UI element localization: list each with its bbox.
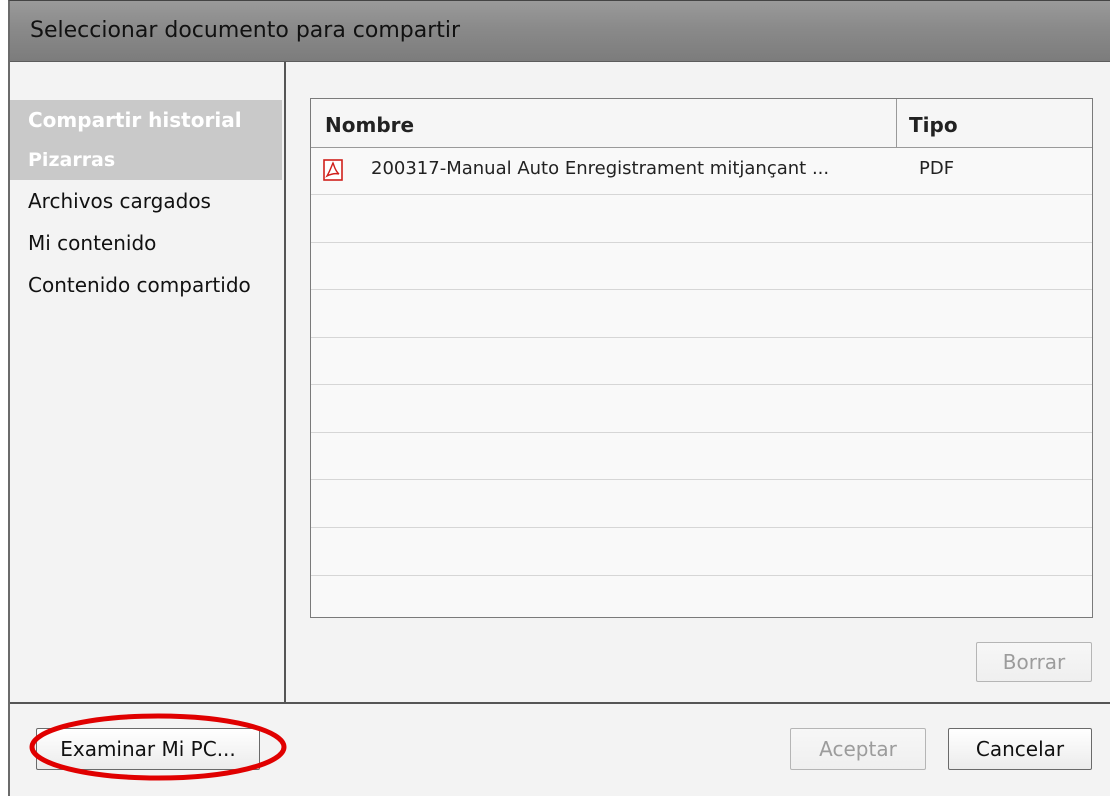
row-divider xyxy=(311,384,1092,385)
row-type: PDF xyxy=(919,158,955,179)
sidebar-item-shared-content[interactable]: Contenido compartido xyxy=(10,266,282,304)
row-divider xyxy=(311,194,1092,195)
row-divider xyxy=(311,575,1092,576)
sidebar-item-my-content[interactable]: Mi contenido xyxy=(10,224,282,262)
row-divider xyxy=(311,432,1092,433)
sidebar-item-whiteboards[interactable]: Pizarras xyxy=(10,140,282,180)
column-header-name[interactable]: Nombre xyxy=(325,113,414,137)
row-divider xyxy=(311,242,1092,243)
row-divider xyxy=(311,289,1092,290)
dialog-title: Seleccionar documento para compartir xyxy=(30,18,461,43)
row-divider xyxy=(311,527,1092,528)
column-divider[interactable] xyxy=(896,99,897,147)
row-name: 200317-Manual Auto Enregistrament mitjan… xyxy=(371,158,830,179)
accept-button[interactable]: Aceptar xyxy=(790,728,926,770)
footer-divider xyxy=(10,702,1110,704)
row-divider xyxy=(311,337,1092,338)
select-document-dialog: Seleccionar documento para compartir Com… xyxy=(8,0,1110,796)
column-header-type[interactable]: Tipo xyxy=(909,113,958,137)
delete-button[interactable]: Borrar xyxy=(976,642,1092,682)
cancel-button[interactable]: Cancelar xyxy=(948,728,1092,770)
sidebar-item-share-history[interactable]: Compartir historial xyxy=(10,100,282,140)
sidebar-item-uploaded-files[interactable]: Archivos cargados xyxy=(10,182,282,220)
documents-table: Nombre Tipo 200317-Manual Auto Enregistr… xyxy=(310,98,1093,618)
browse-my-pc-button[interactable]: Examinar Mi PC... xyxy=(36,728,260,770)
table-row[interactable]: 200317-Manual Auto Enregistrament mitjan… xyxy=(311,147,1092,194)
row-divider xyxy=(311,479,1092,480)
dialog-titlebar: Seleccionar documento para compartir xyxy=(10,1,1110,62)
sidebar: Compartir historial Pizarras Archivos ca… xyxy=(10,62,286,702)
pdf-icon xyxy=(323,159,343,181)
table-header: Nombre Tipo xyxy=(311,99,1092,148)
